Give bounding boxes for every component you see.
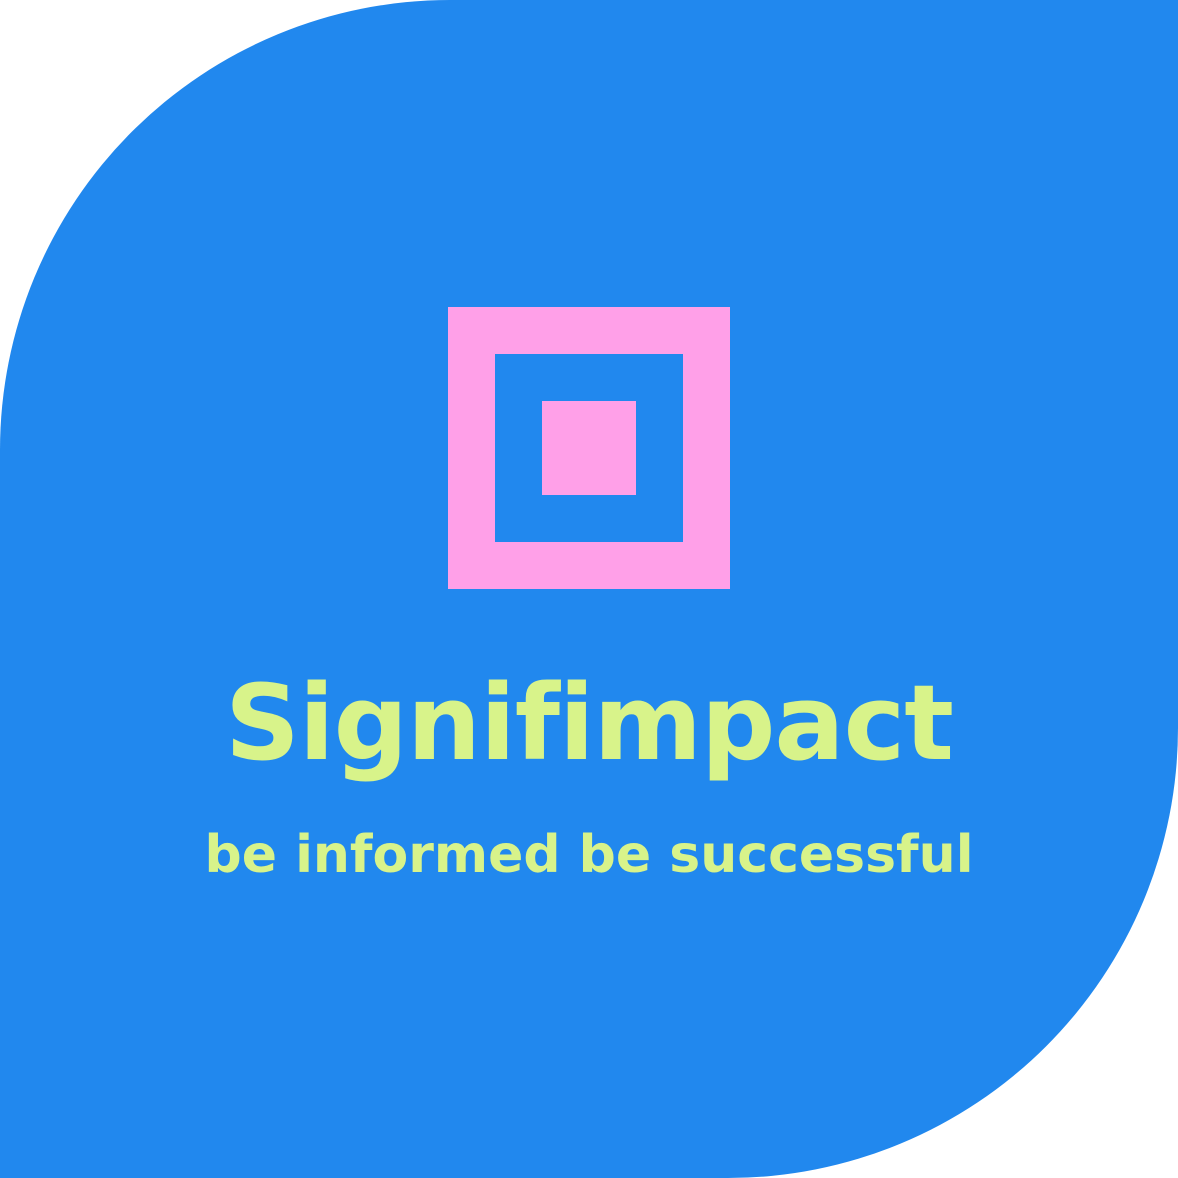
logo-card: Signifimpact be informed be successful: [0, 0, 1178, 1178]
concentric-squares-icon: [448, 307, 730, 589]
emblem-center-square: [542, 401, 636, 495]
brand-tagline: be informed be successful: [204, 825, 974, 885]
brand-name: Signifimpact: [225, 662, 954, 784]
